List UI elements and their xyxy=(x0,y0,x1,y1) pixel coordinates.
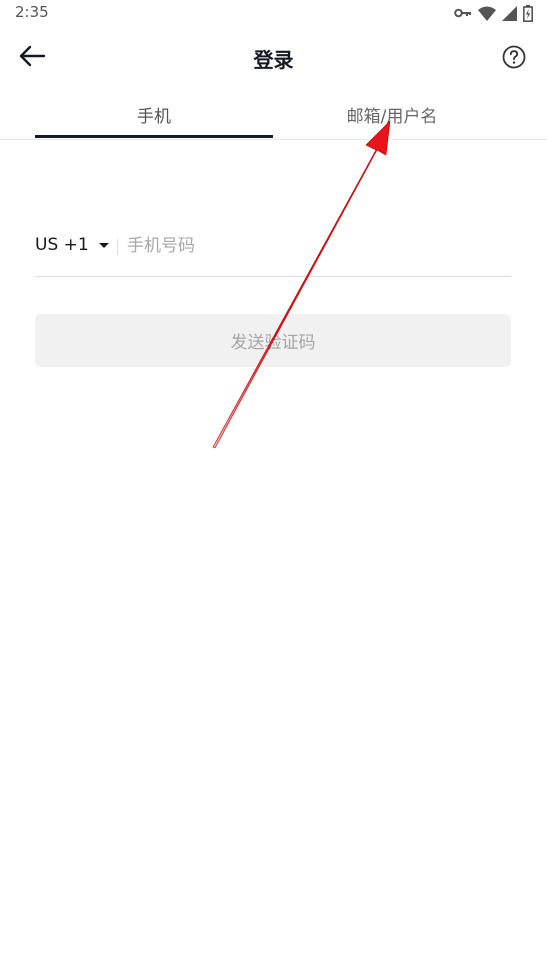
phone-input-row: US +1 xyxy=(35,222,511,277)
country-code-label: US +1 xyxy=(35,235,89,255)
send-code-button[interactable]: 发送验证码 xyxy=(35,314,511,367)
tab-email-username[interactable]: 邮箱/用户名 xyxy=(273,90,511,138)
login-screen: 2:35 登录 手机 邮箱/用户名 US +1 手机号码 发送验证码 xyxy=(0,0,547,975)
tab-email-username-label: 邮箱/用户名 xyxy=(346,107,438,127)
help-circle-icon xyxy=(502,45,526,73)
input-divider xyxy=(117,239,118,255)
app-header: 登录 xyxy=(0,30,547,86)
battery-icon xyxy=(523,4,533,22)
cell-signal-icon xyxy=(502,5,517,21)
send-code-label: 发送验证码 xyxy=(230,333,316,353)
status-bar: 2:35 xyxy=(0,0,547,26)
tab-phone-label: 手机 xyxy=(137,107,171,127)
active-tab-indicator xyxy=(35,135,273,138)
phone-number-input[interactable] xyxy=(127,232,497,260)
login-method-tabs: 手机 邮箱/用户名 xyxy=(0,90,547,140)
help-button[interactable] xyxy=(501,45,527,73)
page-title: 登录 xyxy=(253,48,294,72)
vpn-key-icon xyxy=(454,7,472,19)
annotation-arrow-shape xyxy=(212,120,391,449)
status-icons xyxy=(454,4,533,22)
caret-down-icon xyxy=(98,242,109,248)
annotation-arrow xyxy=(212,120,391,449)
tab-phone[interactable]: 手机 xyxy=(35,90,273,138)
status-time: 2:35 xyxy=(15,3,49,21)
wifi-icon xyxy=(478,6,496,21)
country-code-selector[interactable]: US +1 xyxy=(35,235,109,255)
